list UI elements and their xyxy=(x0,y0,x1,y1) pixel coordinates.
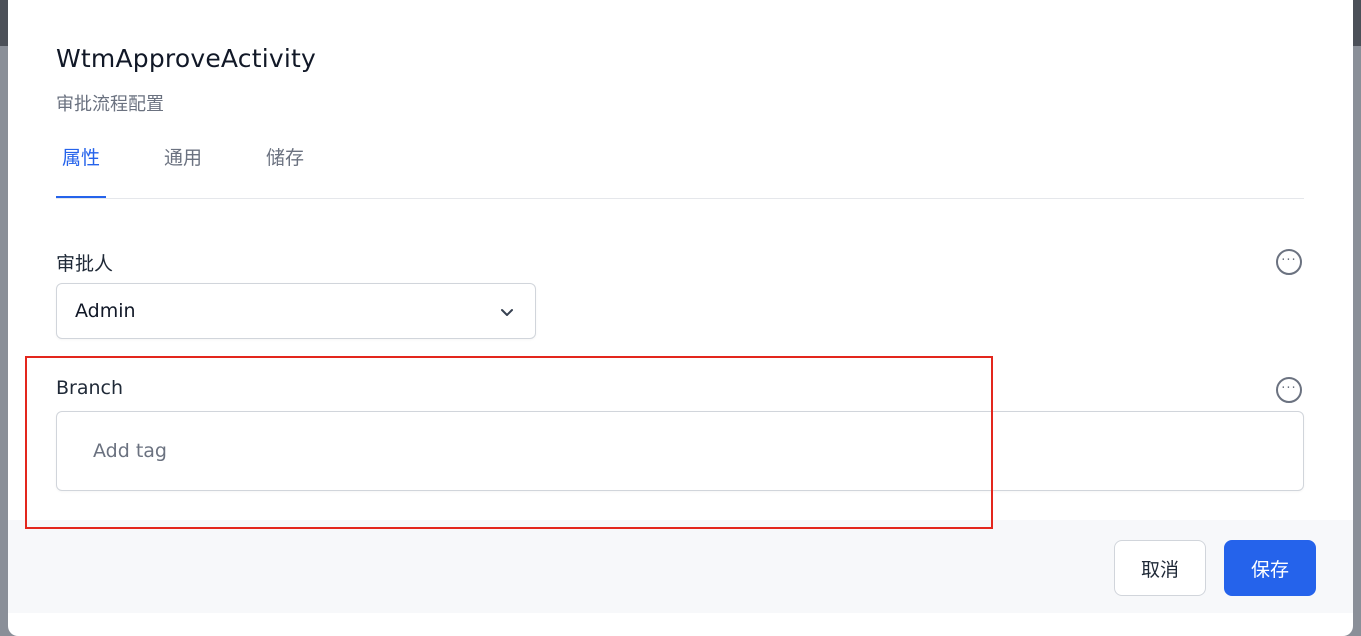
branch-more-icon[interactable]: ··· xyxy=(1276,377,1302,403)
cancel-button[interactable]: 取消 xyxy=(1114,540,1206,596)
activity-config-dialog: WtmApproveActivity 审批流程配置 属性 通用 储存 审批人 ·… xyxy=(8,0,1353,636)
dialog-title: WtmApproveActivity xyxy=(56,44,317,73)
approver-select-value: Admin xyxy=(75,300,136,322)
dialog-header: WtmApproveActivity 审批流程配置 xyxy=(56,44,317,115)
branch-tag-input[interactable] xyxy=(56,411,1304,491)
dialog-footer: 取消 保存 xyxy=(8,520,1353,613)
tab-bar: 属性 通用 储存 xyxy=(55,140,1304,199)
branch-tag-text-input[interactable] xyxy=(93,436,693,466)
tab-storage[interactable]: 储存 xyxy=(266,143,304,198)
branch-label: Branch xyxy=(56,377,124,399)
chevron-down-icon xyxy=(501,309,513,316)
approver-more-icon[interactable]: ··· xyxy=(1276,249,1302,275)
dialog-subtitle: 审批流程配置 xyxy=(56,94,164,115)
approver-label: 审批人 xyxy=(56,253,114,275)
tab-common[interactable]: 通用 xyxy=(164,143,202,198)
tab-properties[interactable]: 属性 xyxy=(55,143,107,198)
approver-select[interactable]: Admin xyxy=(56,283,536,339)
save-button[interactable]: 保存 xyxy=(1224,540,1316,596)
